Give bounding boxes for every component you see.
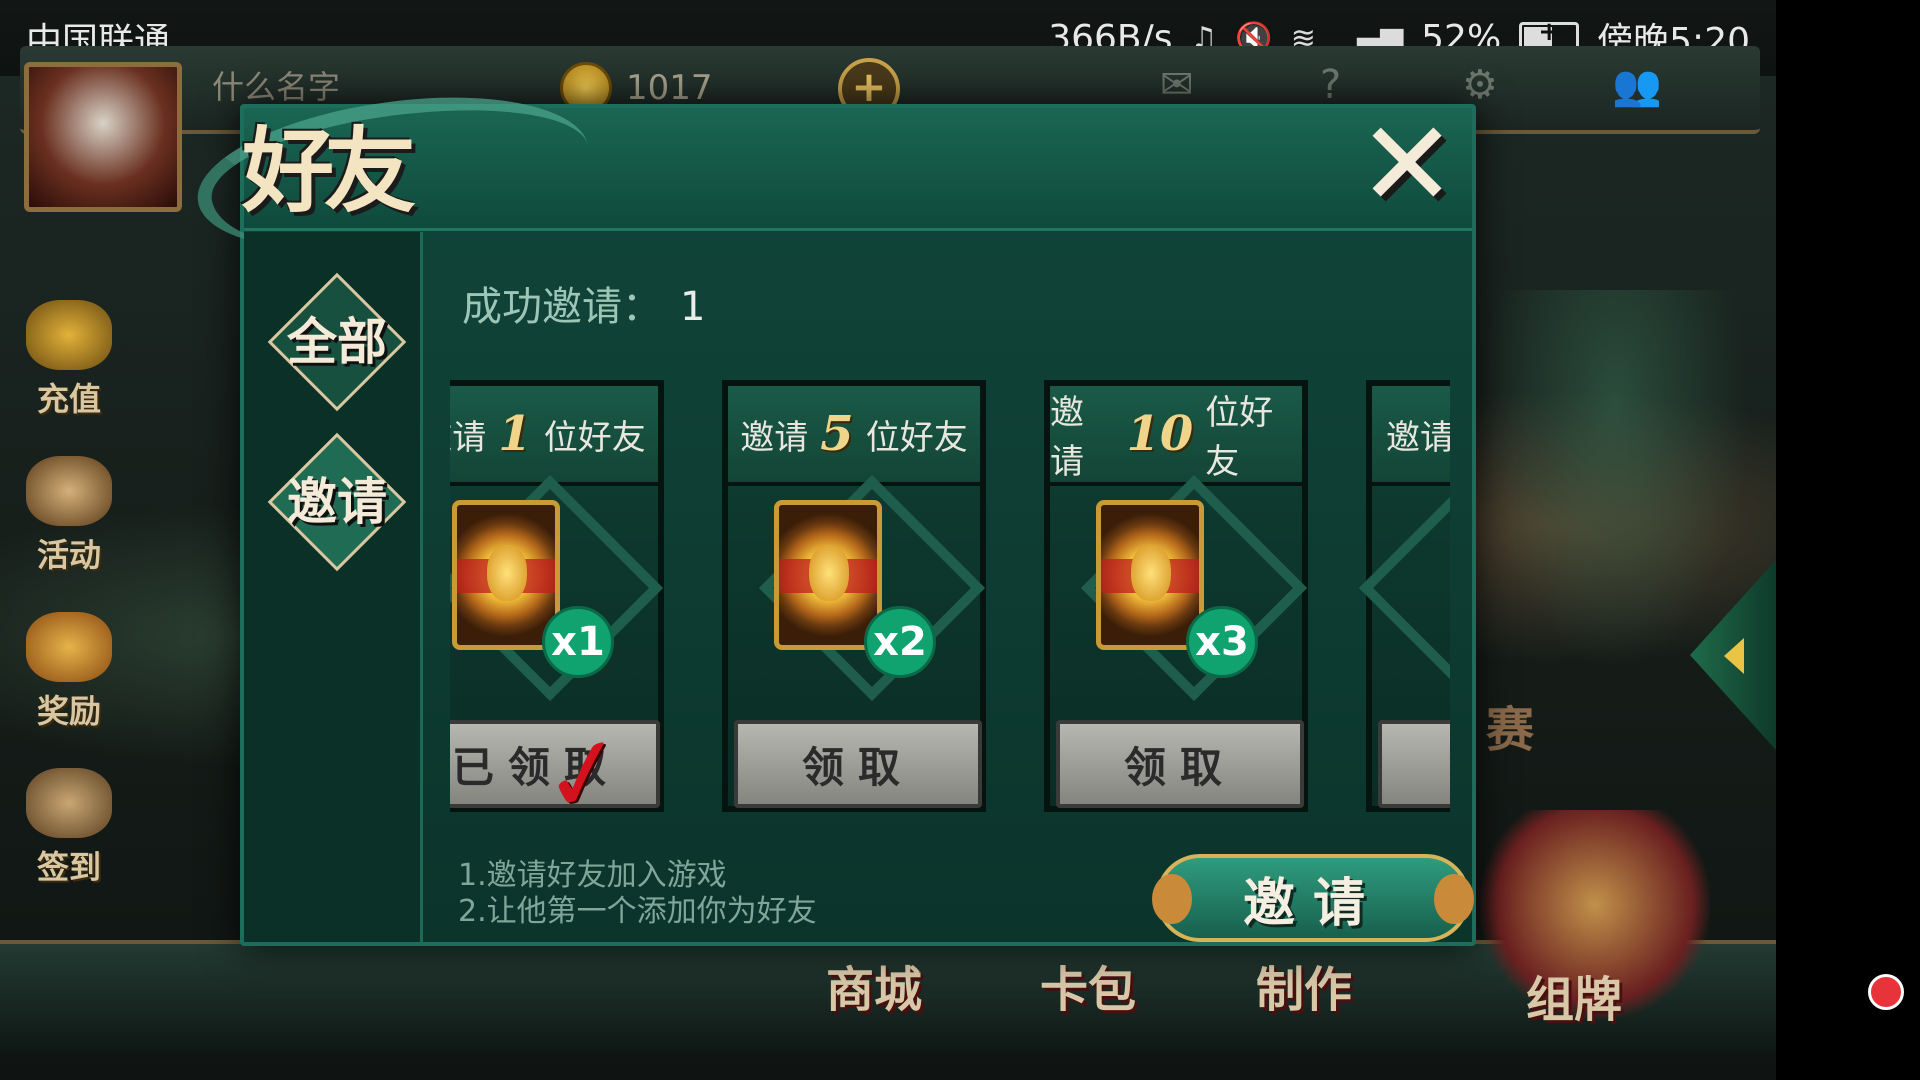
side-menu-label: 充值 (36, 380, 101, 418)
invite-button-label: 邀请 (1242, 872, 1383, 934)
friends-icon[interactable]: 👥 (1612, 62, 1662, 109)
reward-card-title: 邀请 1 位好友 (450, 386, 658, 486)
claim-button[interactable]: 领取 (734, 720, 982, 808)
reward-number: 5 (820, 406, 854, 462)
invite-instructions: 1.邀请好友加入游戏 2.让他第一个添加你为好友 (458, 858, 817, 930)
reward-card-body: x1 (450, 474, 664, 718)
reward-card-body (1358, 474, 1450, 718)
friends-dialog: 好友 ✕ 全部 邀请 成功邀请： 1 邀请 1 位好友 x1 (187, 75, 1476, 946)
settings-gear-icon[interactable]: ⚙ (1462, 62, 1498, 108)
reward-suffix: 位好友 (543, 417, 646, 458)
claim-button[interactable] (1378, 720, 1450, 808)
side-menu-rewards[interactable]: 奖励 (14, 612, 124, 732)
reward-prefix: 邀请 (1050, 393, 1084, 482)
reward-prefix: 邀请 (740, 417, 809, 458)
mail-icon[interactable]: ✉ (1160, 62, 1194, 108)
reward-number: 1 (498, 406, 532, 462)
nav-crafting[interactable]: 制作 (1256, 950, 1352, 1020)
reward-suffix: 位好友 (1205, 393, 1274, 482)
tab-all[interactable]: 全部 (262, 272, 412, 412)
invite-button[interactable]: 邀请 (1152, 854, 1474, 942)
side-menu-label: 奖励 (36, 692, 101, 730)
coins-icon (26, 300, 112, 370)
nav-deck-building[interactable]: 组牌 (1526, 960, 1622, 1030)
reward-prefix: 邀请 (1386, 417, 1450, 458)
reward-card-body: x2 (728, 474, 986, 718)
reward-frame-decoration (1358, 474, 1450, 702)
claim-button-label: 领取 (1123, 742, 1236, 792)
close-button[interactable]: ✕ (1352, 105, 1462, 224)
side-menu-checkin[interactable]: 签到 (14, 768, 124, 888)
reward-card: 邀请 5 位好友 x2 领取 (722, 380, 986, 812)
reward-card: 邀请 (1358, 380, 1450, 812)
instruction-line: 1.邀请好友加入游戏 (458, 858, 727, 893)
scroll-map-icon (26, 768, 112, 838)
reward-card: 邀请 10 位好友 x3 领取 (1044, 380, 1308, 812)
side-menu-label: 活动 (36, 536, 101, 574)
side-menu-label: 签到 (36, 848, 101, 886)
chest-icon (26, 612, 112, 682)
invite-count-value: 1 (680, 284, 706, 330)
side-menu-events[interactable]: 活动 (14, 456, 124, 576)
reward-card-title: 邀请 10 位好友 (1050, 386, 1302, 486)
button-cap-right (1434, 874, 1474, 924)
tab-invite[interactable]: 邀请 (262, 432, 412, 572)
nav-shop[interactable]: 商城 (826, 950, 922, 1020)
reward-card-title: 邀请 5 位好友 (728, 386, 980, 486)
tab-label: 邀请 (287, 472, 387, 531)
reward-quantity-badge: x1 (542, 606, 614, 678)
nav-card-packs[interactable]: 卡包 (1040, 950, 1136, 1020)
reward-card-body: x3 (1050, 474, 1308, 718)
screen-letterbox (1776, 0, 1920, 1080)
screen-record-dot[interactable] (1868, 974, 1904, 1010)
help-icon[interactable]: ? (1320, 62, 1341, 108)
dialog-tabs: 全部 邀请 (244, 232, 423, 942)
reward-number: 10 (1126, 406, 1194, 462)
reward-card: 邀请 1 位好友 x1 已领取 ✓ (450, 380, 664, 820)
reward-suffix: 位好友 (865, 417, 968, 458)
invite-count-label: 成功邀请： (462, 284, 662, 330)
background-pine-art (1480, 290, 1750, 670)
claim-button[interactable]: 领取 (1056, 720, 1304, 808)
background-race-text: 赛 (1486, 702, 1535, 758)
instruction-line: 2.让他第一个添加你为好友 (458, 894, 817, 929)
reward-prefix: 邀请 (450, 417, 487, 458)
reward-quantity-badge: x2 (864, 606, 936, 678)
side-menu-recharge[interactable]: 充值 (14, 300, 124, 420)
button-cap-left (1152, 874, 1192, 924)
claim-button-label: 领取 (801, 742, 914, 792)
player-avatar[interactable] (24, 62, 182, 212)
tab-label: 全部 (287, 312, 387, 371)
invite-count: 成功邀请： 1 (462, 274, 705, 332)
reward-card-title: 邀请 (1372, 386, 1450, 486)
dialog-title: 好友 (241, 116, 416, 225)
scroll-icon (26, 456, 112, 526)
reward-carousel[interactable]: 邀请 1 位好友 x1 已领取 ✓ 邀请 5 位好友 (450, 380, 1450, 820)
reward-quantity-badge: x3 (1186, 606, 1258, 678)
coin-count: 1017 (626, 68, 713, 108)
